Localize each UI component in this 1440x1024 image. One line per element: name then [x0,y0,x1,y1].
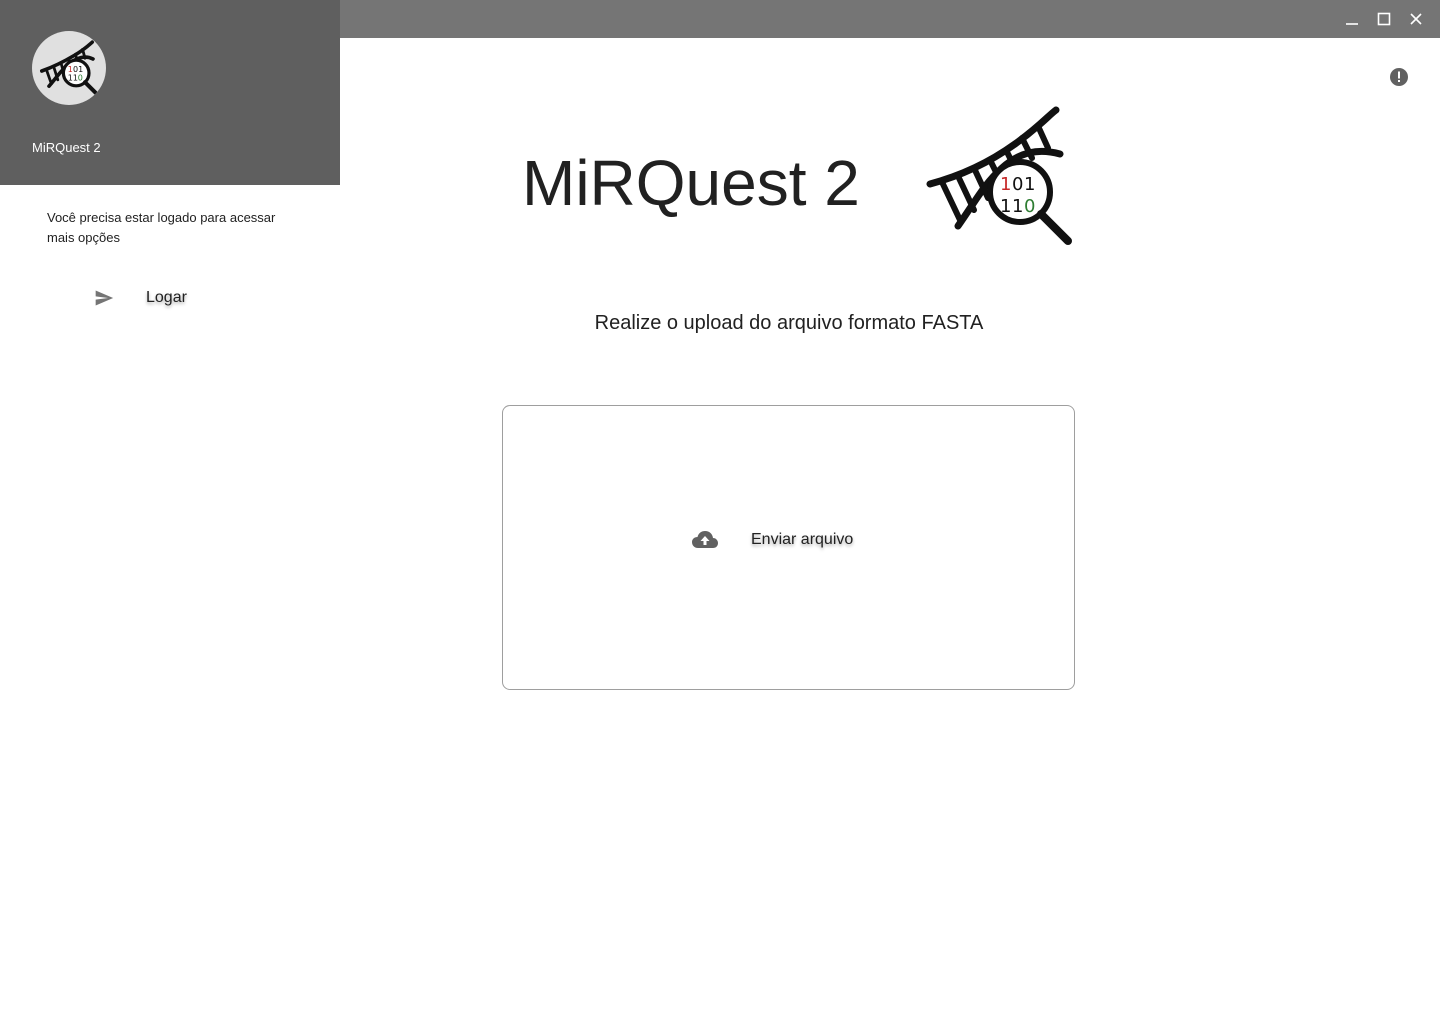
dna-logo-icon: 1 01 11 0 [40,40,98,95]
logo-digit: 1 [1000,174,1011,195]
logo-digit: 0 [1012,174,1023,195]
login-label: Logar [146,289,187,306]
svg-text:0: 0 [78,74,83,83]
svg-text:11: 11 [68,74,78,83]
close-icon [1410,13,1422,25]
logo-digit: 0 [1024,196,1035,217]
login-button[interactable]: Logar [92,283,292,313]
minimize-icon [1346,23,1358,25]
window-titlebar [340,0,1440,38]
logo-digit: 1 [1024,174,1035,195]
svg-text:1: 1 [68,65,73,74]
page-title: MiRQuest 2 [522,147,860,219]
upload-button[interactable]: Enviar arquivo [690,524,870,556]
cloud-upload-icon [690,525,720,555]
logo-digit: 1 [1000,196,1011,217]
dna-logo-icon: 1 0 1 1 1 0 [926,106,1072,245]
maximize-button[interactable] [1372,7,1396,31]
upload-instruction: Realize o upload do arquivo formato FAST… [594,312,984,334]
login-required-message: Você precisa estar logado para acessar m… [47,210,276,245]
drawer-header: 1 01 11 0 MiRQuest 2 [0,0,340,185]
svg-text:01: 01 [73,65,83,74]
maximize-icon [1377,12,1391,26]
minimize-button[interactable] [1340,7,1364,31]
alert-circle-icon[interactable] [1389,67,1409,87]
avatar: 1 01 11 0 [32,31,106,105]
logo-digit: 1 [1012,196,1023,217]
send-icon [92,286,116,310]
upload-label: Enviar arquivo [751,531,854,548]
close-button[interactable] [1404,7,1428,31]
drawer-app-name: MiRQuest 2 [32,140,101,155]
